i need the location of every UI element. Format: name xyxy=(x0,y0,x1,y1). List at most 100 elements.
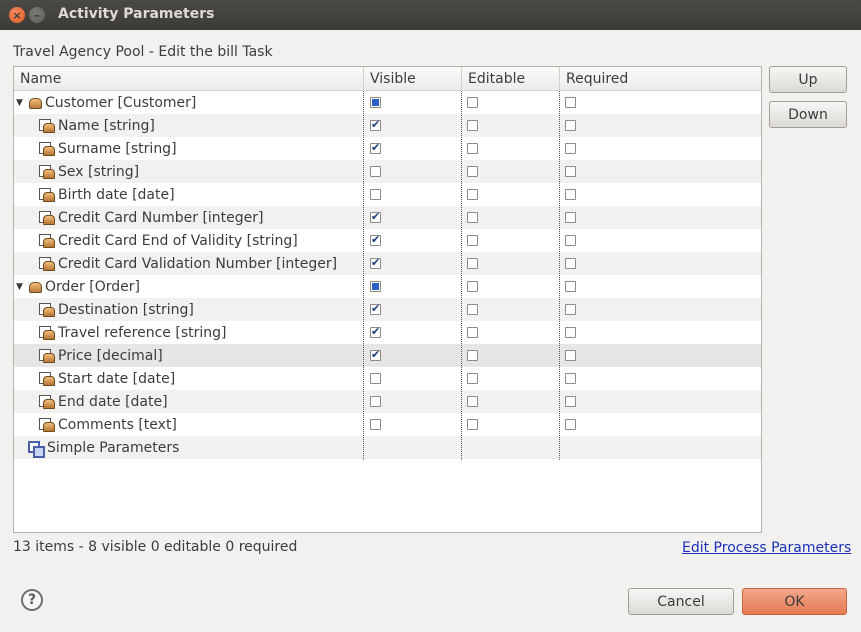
field-icon xyxy=(39,326,55,340)
up-button[interactable]: Up xyxy=(769,66,847,93)
required-checkbox[interactable] xyxy=(565,143,576,154)
table-row[interactable]: ▼ Customer [Customer] xyxy=(14,91,761,114)
status-summary: 13 items - 8 visible 0 editable 0 requir… xyxy=(13,539,298,555)
row-label: Travel reference [string] xyxy=(58,324,227,341)
table-row[interactable]: Surname [string] xyxy=(14,137,761,160)
visible-checkbox[interactable] xyxy=(370,256,381,269)
table-row[interactable]: Credit Card Validation Number [integer] xyxy=(14,252,761,275)
visible-checkbox[interactable] xyxy=(370,210,381,223)
table-row[interactable]: Start date [date] xyxy=(14,367,761,390)
name-cell: Name [string] xyxy=(14,114,364,137)
editable-checkbox[interactable] xyxy=(467,373,478,384)
editable-checkbox[interactable] xyxy=(467,189,478,200)
cancel-button[interactable]: Cancel xyxy=(628,588,734,615)
row-label: Credit Card Validation Number [integer] xyxy=(58,255,338,272)
visible-checkbox[interactable] xyxy=(370,373,381,384)
row-label: Destination [string] xyxy=(58,301,194,318)
required-checkbox[interactable] xyxy=(565,419,576,430)
name-cell: ▼ Order [Order] xyxy=(14,275,364,298)
close-window-button[interactable]: × xyxy=(9,7,25,23)
editable-checkbox[interactable] xyxy=(467,166,478,177)
field-icon xyxy=(39,234,55,248)
visible-checkbox[interactable] xyxy=(370,325,381,338)
required-checkbox[interactable] xyxy=(565,396,576,407)
edit-process-parameters-link[interactable]: Edit Process Parameters xyxy=(682,540,851,556)
table-row[interactable]: Credit Card Number [integer] xyxy=(14,206,761,229)
row-label: Credit Card Number [integer] xyxy=(58,209,264,226)
required-checkbox[interactable] xyxy=(565,120,576,131)
table-row[interactable]: Comments [text] xyxy=(14,413,761,436)
name-cell: Comments [text] xyxy=(14,413,364,436)
table-row[interactable]: Name [string] xyxy=(14,114,761,137)
visible-checkbox[interactable] xyxy=(370,141,381,154)
table-row[interactable]: Sex [string] xyxy=(14,160,761,183)
column-header-required[interactable]: Required xyxy=(560,67,761,91)
column-header-editable[interactable]: Editable xyxy=(462,67,560,91)
visible-checkbox[interactable] xyxy=(370,281,381,292)
visible-checkbox[interactable] xyxy=(370,233,381,246)
required-checkbox[interactable] xyxy=(565,373,576,384)
table-row[interactable]: Birth date [date] xyxy=(14,183,761,206)
editable-checkbox[interactable] xyxy=(467,304,478,315)
parameters-table[interactable]: Name Visible Editable Required ▼ Customer… xyxy=(13,66,762,533)
visible-checkbox[interactable] xyxy=(370,189,381,200)
editable-checkbox[interactable] xyxy=(467,281,478,292)
name-cell: Start date [date] xyxy=(14,367,364,390)
required-checkbox[interactable] xyxy=(565,97,576,108)
expand-toggle-icon[interactable]: ▼ xyxy=(14,98,25,108)
editable-checkbox[interactable] xyxy=(467,258,478,269)
row-label: Credit Card End of Validity [string] xyxy=(58,232,298,249)
visible-checkbox[interactable] xyxy=(370,396,381,407)
required-checkbox[interactable] xyxy=(565,281,576,292)
table-row[interactable]: Price [decimal] xyxy=(14,344,761,367)
editable-checkbox[interactable] xyxy=(467,350,478,361)
visible-checkbox[interactable] xyxy=(370,302,381,315)
minimize-window-button[interactable]: – xyxy=(29,7,45,23)
down-button[interactable]: Down xyxy=(769,101,847,128)
editable-checkbox[interactable] xyxy=(467,419,478,430)
visible-checkbox[interactable] xyxy=(370,118,381,131)
required-checkbox[interactable] xyxy=(565,304,576,315)
table-row[interactable]: Travel reference [string] xyxy=(14,321,761,344)
name-cell: Simple Parameters xyxy=(14,436,364,459)
column-divider xyxy=(559,91,560,460)
column-header-name[interactable]: Name xyxy=(14,67,364,91)
table-row[interactable]: Credit Card End of Validity [string] xyxy=(14,229,761,252)
required-checkbox[interactable] xyxy=(565,327,576,338)
ok-button[interactable]: OK xyxy=(742,588,847,615)
editable-checkbox[interactable] xyxy=(467,327,478,338)
help-icon[interactable]: ? xyxy=(21,589,43,611)
required-checkbox[interactable] xyxy=(565,350,576,361)
field-icon xyxy=(39,188,55,202)
visible-checkbox[interactable] xyxy=(370,166,381,177)
name-cell: Surname [string] xyxy=(14,137,364,160)
table-row[interactable]: End date [date] xyxy=(14,390,761,413)
editable-checkbox[interactable] xyxy=(467,120,478,131)
table-row[interactable]: Simple Parameters xyxy=(14,436,761,459)
editable-checkbox[interactable] xyxy=(467,97,478,108)
name-cell: Credit Card End of Validity [string] xyxy=(14,229,364,252)
field-icon xyxy=(39,119,55,133)
required-checkbox[interactable] xyxy=(565,258,576,269)
editable-checkbox[interactable] xyxy=(467,396,478,407)
visible-checkbox[interactable] xyxy=(370,348,381,361)
object-icon xyxy=(28,97,42,109)
table-row[interactable]: ▼ Order [Order] xyxy=(14,275,761,298)
required-checkbox[interactable] xyxy=(565,189,576,200)
row-label: Comments [text] xyxy=(58,416,177,433)
editable-checkbox[interactable] xyxy=(467,212,478,223)
editable-checkbox[interactable] xyxy=(467,235,478,246)
required-checkbox[interactable] xyxy=(565,166,576,177)
expand-toggle-icon[interactable]: ▼ xyxy=(14,282,25,292)
window-title: Activity Parameters xyxy=(58,6,215,22)
visible-checkbox[interactable] xyxy=(370,97,381,108)
editable-checkbox[interactable] xyxy=(467,143,478,154)
object-icon xyxy=(28,281,42,293)
table-row[interactable]: Destination [string] xyxy=(14,298,761,321)
column-header-visible[interactable]: Visible xyxy=(364,67,462,91)
required-checkbox[interactable] xyxy=(565,235,576,246)
required-checkbox[interactable] xyxy=(565,212,576,223)
name-cell: End date [date] xyxy=(14,390,364,413)
visible-checkbox[interactable] xyxy=(370,419,381,430)
field-icon xyxy=(39,372,55,386)
